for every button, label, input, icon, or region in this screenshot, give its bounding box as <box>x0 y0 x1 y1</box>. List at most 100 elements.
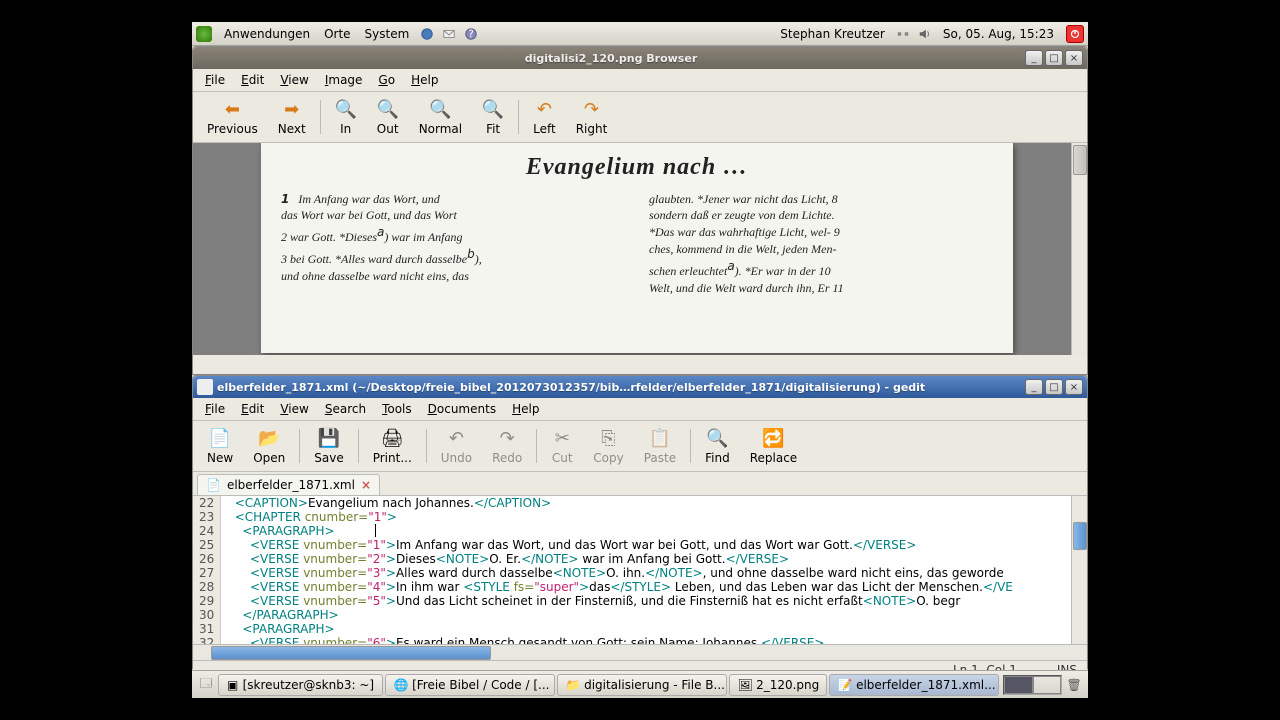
print-icon: 🖨 <box>381 427 403 449</box>
volume-icon[interactable] <box>917 26 933 42</box>
browser-icon[interactable] <box>419 26 435 42</box>
menu-tools[interactable]: Tools <box>374 400 420 418</box>
open-button[interactable]: 📂Open <box>243 425 295 467</box>
close-button[interactable]: × <box>1065 50 1083 66</box>
menu-view[interactable]: View <box>272 400 316 418</box>
tab-label: elberfelder_1871.xml <box>227 478 355 492</box>
code-content[interactable]: <CAPTION>Evangelium nach Johannes.</CAPT… <box>221 496 1087 644</box>
close-button[interactable]: × <box>1065 379 1083 395</box>
show-desktop-icon[interactable]: 🗔 <box>198 677 214 693</box>
gedit-icon: 📝 <box>838 678 852 692</box>
zoom-normal-button[interactable]: 🔍Normal <box>409 96 472 138</box>
gedit-title: elberfelder_1871.xml (~/Desktop/freie_bi… <box>217 381 1025 394</box>
file-icon: 📄 <box>206 478 221 492</box>
editor-area[interactable]: 2223242526272829303132 <CAPTION>Evangeli… <box>193 496 1087 644</box>
zoom-normal-icon: 🔍 <box>429 98 451 120</box>
open-icon: 📂 <box>258 427 280 449</box>
menu-documents[interactable]: Documents <box>420 400 504 418</box>
zoom-out-button[interactable]: 🔍Out <box>367 96 409 138</box>
zoom-in-icon: 🔍 <box>335 98 357 120</box>
replace-button[interactable]: 🔁Replace <box>740 425 807 467</box>
new-button[interactable]: 📄New <box>197 425 243 467</box>
editor-hscrollbar[interactable] <box>193 644 1087 660</box>
rotate-right-icon: ↷ <box>580 98 602 120</box>
undo-icon: ↶ <box>445 427 467 449</box>
image-canvas[interactable]: Evangelium nach … 1 Im Anfang war das Wo… <box>193 143 1087 355</box>
document-tab[interactable]: 📄 elberfelder_1871.xml × <box>197 474 380 495</box>
menu-help[interactable]: Help <box>403 71 446 89</box>
minimize-button[interactable]: _ <box>1025 379 1043 395</box>
editor-vscrollbar[interactable] <box>1071 496 1087 644</box>
line-numbers: 2223242526272829303132 <box>193 496 221 644</box>
gnome-top-panel: Anwendungen Orte System ? Stephan Kreutz… <box>192 22 1088 46</box>
image-viewer-window: digitalisi2_120.png Browser _ □ × File E… <box>192 46 1088 375</box>
find-icon: 🔍 <box>706 427 728 449</box>
new-file-icon: 📄 <box>209 427 231 449</box>
menu-go[interactable]: Go <box>370 71 403 89</box>
workspace-switcher[interactable] <box>1003 675 1062 695</box>
gedit-titlebar[interactable]: elberfelder_1871.xml (~/Desktop/freie_bi… <box>193 376 1087 398</box>
gedit-app-icon <box>197 379 213 395</box>
prev-button[interactable]: ⬅Previous <box>197 96 268 138</box>
next-button[interactable]: ➡Next <box>268 96 316 138</box>
taskbar-item-browser[interactable]: 🌐[Freie Bibel / Code / [... <box>385 674 555 696</box>
zoom-in-button[interactable]: 🔍In <box>325 96 367 138</box>
user-name[interactable]: Stephan Kreutzer <box>774 25 891 43</box>
svg-text:?: ? <box>468 28 474 40</box>
zoom-out-icon: 🔍 <box>377 98 399 120</box>
mail-icon[interactable] <box>441 26 457 42</box>
image-viewer-title: digitalisi2_120.png Browser <box>197 52 1025 65</box>
terminal-icon: ▣ <box>227 678 239 692</box>
replace-icon: 🔁 <box>762 427 784 449</box>
arrow-left-icon: ⬅ <box>221 98 243 120</box>
taskbar-item-image[interactable]: 🖼2_120.png <box>729 674 827 696</box>
paste-button: 📋Paste <box>634 425 686 467</box>
paste-icon: 📋 <box>649 427 671 449</box>
vertical-scrollbar[interactable] <box>1071 143 1087 355</box>
menu-edit[interactable]: Edit <box>233 71 272 89</box>
find-button[interactable]: 🔍Find <box>695 425 740 467</box>
taskbar-item-files[interactable]: 📁digitalisierung - File B... <box>557 674 727 696</box>
maximize-button[interactable]: □ <box>1045 50 1063 66</box>
minimize-button[interactable]: _ <box>1025 50 1043 66</box>
menu-system[interactable]: System <box>359 25 416 43</box>
gedit-toolbar: 📄New 📂Open 💾Save 🖨Print... ↶Undo ↷Redo ✂… <box>193 421 1087 472</box>
rotate-left-button[interactable]: ↶Left <box>523 96 566 138</box>
menu-help[interactable]: Help <box>504 400 547 418</box>
copy-button: ⎘Copy <box>583 425 633 467</box>
cut-icon: ✂ <box>551 427 573 449</box>
menu-image[interactable]: Image <box>317 71 371 89</box>
maximize-button[interactable]: □ <box>1045 379 1063 395</box>
image-viewer-titlebar[interactable]: digitalisi2_120.png Browser _ □ × <box>193 47 1087 69</box>
scanned-page: Evangelium nach … 1 Im Anfang war das Wo… <box>261 143 1013 353</box>
taskbar-item-gedit[interactable]: 📝elberfelder_1871.xml... <box>829 674 999 696</box>
gedit-menubar: File Edit View Search Tools Documents He… <box>193 398 1087 421</box>
arrow-right-icon: ➡ <box>281 98 303 120</box>
menu-file[interactable]: File <box>197 71 233 89</box>
menu-edit[interactable]: Edit <box>233 400 272 418</box>
menu-file[interactable]: File <box>197 400 233 418</box>
trash-icon[interactable]: 🗑 <box>1066 677 1082 693</box>
undo-button: ↶Undo <box>431 425 482 467</box>
menu-applications[interactable]: Anwendungen <box>218 25 316 43</box>
menu-view[interactable]: View <box>272 71 316 89</box>
rotate-right-button[interactable]: ↷Right <box>566 96 618 138</box>
main-menu-icon[interactable] <box>196 26 212 42</box>
clock[interactable]: So, 05. Aug, 15:23 <box>937 25 1060 43</box>
menu-places[interactable]: Orte <box>318 25 356 43</box>
save-button[interactable]: 💾Save <box>304 425 353 467</box>
rotate-left-icon: ↶ <box>533 98 555 120</box>
tab-close-icon[interactable]: × <box>361 478 371 492</box>
menu-search[interactable]: Search <box>317 400 374 418</box>
print-button[interactable]: 🖨Print... <box>363 425 422 467</box>
cut-button: ✂Cut <box>541 425 583 467</box>
document-tabs: 📄 elberfelder_1871.xml × <box>193 472 1087 496</box>
shutdown-button[interactable] <box>1066 25 1084 43</box>
zoom-fit-button[interactable]: 🔍Fit <box>472 96 514 138</box>
network-icon[interactable] <box>895 26 911 42</box>
image-viewer-toolbar: ⬅Previous ➡Next 🔍In 🔍Out 🔍Normal 🔍Fit ↶L… <box>193 92 1087 143</box>
gedit-window: elberfelder_1871.xml (~/Desktop/freie_bi… <box>192 375 1088 669</box>
help-icon[interactable]: ? <box>463 26 479 42</box>
taskbar-item-terminal[interactable]: ▣[skreutzer@sknb3: ~] <box>218 674 383 696</box>
redo-icon: ↷ <box>496 427 518 449</box>
